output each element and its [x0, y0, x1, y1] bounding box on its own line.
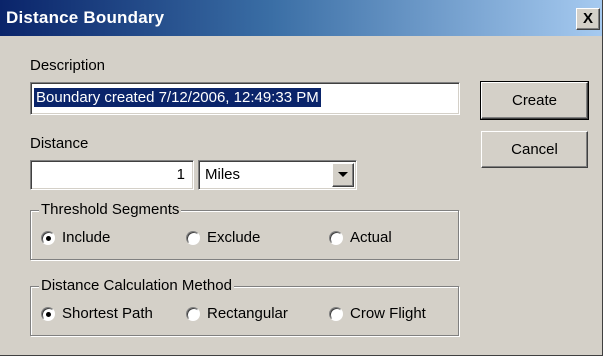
radio-shortest-path-indicator: [41, 306, 55, 321]
cancel-button[interactable]: Cancel: [481, 131, 588, 168]
radio-rectangular-indicator: [186, 306, 200, 321]
radio-exclude[interactable]: Exclude: [186, 229, 260, 246]
radio-include-indicator: [41, 230, 55, 245]
radio-include-label: Include: [62, 229, 111, 246]
window-title: Distance Boundary: [6, 8, 165, 27]
create-button[interactable]: Create: [480, 81, 589, 120]
radio-include[interactable]: Include: [41, 229, 110, 246]
units-selected-value: Miles: [205, 166, 241, 183]
radio-actual[interactable]: Actual: [329, 229, 392, 246]
radio-crow-flight-indicator: [329, 306, 343, 321]
title-bar[interactable]: Distance Boundary X: [0, 0, 602, 36]
radio-exclude-label: Exclude: [207, 229, 261, 246]
distance-input[interactable]: 1: [30, 160, 194, 190]
distance-boundary-dialog: Distance Boundary X Description Boundary…: [0, 0, 603, 356]
threshold-segments-group: Threshold Segments Include Exclude Actua…: [30, 201, 459, 260]
radio-actual-label: Actual: [350, 229, 392, 246]
description-label: Description: [30, 57, 106, 74]
radio-shortest-path[interactable]: Shortest Path: [41, 305, 153, 322]
units-dropdown[interactable]: Miles: [198, 160, 357, 190]
description-input[interactable]: Boundary created 7/12/2006, 12:49:33 PM: [30, 82, 460, 115]
calculation-method-group: Distance Calculation Method Shortest Pat…: [30, 277, 459, 336]
radio-shortest-path-label: Shortest Path: [62, 305, 153, 322]
threshold-segments-title: Threshold Segments: [39, 201, 182, 218]
radio-rectangular-label: Rectangular: [207, 305, 288, 322]
close-button[interactable]: X: [576, 8, 600, 30]
radio-crow-flight[interactable]: Crow Flight: [329, 305, 426, 322]
radio-actual-indicator: [329, 230, 343, 245]
radio-rectangular[interactable]: Rectangular: [186, 305, 288, 322]
distance-value: 1: [176, 166, 185, 183]
description-value: Boundary created 7/12/2006, 12:49:33 PM: [34, 88, 321, 107]
distance-label: Distance: [30, 135, 89, 152]
radio-crow-flight-label: Crow Flight: [350, 305, 426, 322]
close-icon: X: [582, 10, 593, 27]
calculation-method-title: Distance Calculation Method: [39, 277, 234, 294]
chevron-down-icon[interactable]: [332, 163, 354, 187]
radio-exclude-indicator: [186, 230, 200, 245]
